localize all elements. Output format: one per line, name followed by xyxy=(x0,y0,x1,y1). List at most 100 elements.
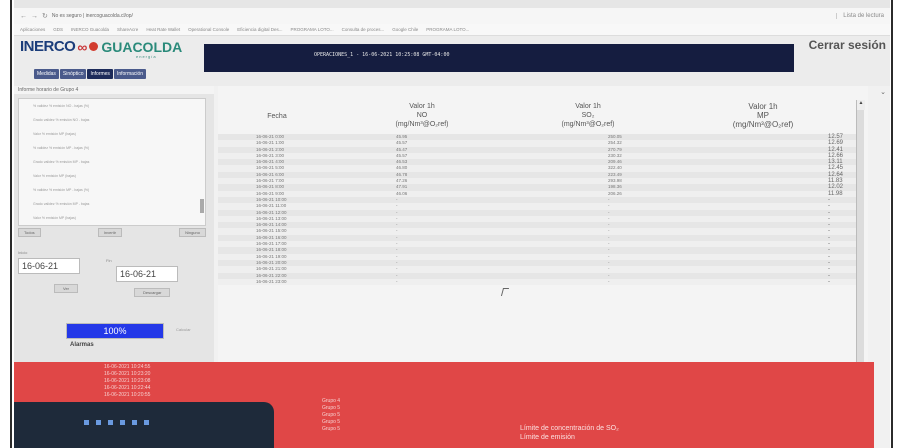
cell-so2: - xyxy=(608,278,610,284)
alarm-time[interactable]: 16-06-2021 10:23:08 xyxy=(104,378,150,385)
address-bar[interactable]: ← → ↻ No es seguro | inercoguacolda.cl/o… xyxy=(14,8,890,24)
reading-list-button[interactable]: Lista de lectura xyxy=(836,13,884,19)
alarm-group[interactable]: Grupo 5 xyxy=(322,405,340,412)
bookmark-item[interactable]: GDS xyxy=(53,27,63,32)
header-no-line2: NO xyxy=(416,112,428,119)
download-button[interactable]: Descargar xyxy=(134,288,171,297)
alarm-message[interactable]: Límite de emisión xyxy=(520,433,619,442)
table-row: 16-06-21 23:00 - - - xyxy=(218,278,858,286)
start-date-field[interactable]: 16-06-21 xyxy=(18,258,80,274)
windows-start-icon[interactable] xyxy=(84,420,89,425)
progress-fill: 100% xyxy=(67,324,163,338)
variable-option[interactable]: % validez % emisión MP - bajas (%) xyxy=(33,141,205,155)
header-fecha: Fecha xyxy=(267,113,287,120)
end-label: Fin xyxy=(106,258,112,263)
header-so2: Valor 1h SO₂ (mg/Nm³@O₂ref) xyxy=(508,96,668,139)
table-body: 16-06-21 0:00 45.95 250.05 12.57 16-06-21 1:… xyxy=(218,134,858,286)
alarm-group[interactable]: Grupo 5 xyxy=(322,412,340,419)
monitor-screen: ← → ↻ No es seguro | inercoguacolda.cl/o… xyxy=(14,0,890,448)
logo-guacolda: GUACOLDA xyxy=(101,38,183,55)
search-icon[interactable] xyxy=(96,420,101,425)
header-bar: OPERACIONES_1 - 16-06-2021 10:25:08 GMT-… xyxy=(204,44,794,72)
bookmark-item[interactable]: Google Chile xyxy=(392,27,418,32)
variable-list[interactable]: % validez % emisión NO - bajas (%) Grado … xyxy=(18,98,206,226)
browser-icon[interactable] xyxy=(108,420,113,425)
app-header: INERCO ∞ GUACOLDA energía OPERACIONES_1 … xyxy=(14,36,890,86)
photo-frame-right xyxy=(891,0,903,448)
reload-icon[interactable]: ↻ xyxy=(42,12,48,20)
tab-sinóptico[interactable]: Sinóptico xyxy=(59,69,87,79)
logo-energia: energía xyxy=(136,54,157,59)
alarm-group[interactable]: Grupo 5 xyxy=(322,419,340,426)
view-button[interactable]: Ver xyxy=(54,284,79,293)
selection-buttons: Todos Invertir Ninguno xyxy=(18,228,206,237)
app-icon[interactable] xyxy=(144,420,149,425)
variable-option[interactable]: Grado validez % emisión MP - bajas xyxy=(33,155,205,169)
alarm-time[interactable]: 16-06-2021 10:20:55 xyxy=(104,392,150,399)
tab-información[interactable]: Información xyxy=(113,69,147,79)
alarm-group[interactable]: Grupo 5 xyxy=(322,426,340,433)
invert-button[interactable]: Invertir xyxy=(97,228,122,237)
end-date-field[interactable]: 16-06-21 xyxy=(116,266,178,282)
back-icon[interactable]: ← xyxy=(20,13,27,20)
url-text[interactable]: No es seguro | inercoguacolda.cl/op/ xyxy=(52,13,133,19)
header-no-line1: Valor 1h xyxy=(409,103,435,110)
variable-option[interactable]: Valor % emisión MP (bajas) xyxy=(33,127,205,141)
list-scrollbar[interactable] xyxy=(200,199,204,213)
scroll-up-icon[interactable]: ▲ xyxy=(857,100,865,110)
variable-option[interactable]: Grado validez % emisión NO - bajas xyxy=(33,113,205,127)
bookmarks-bar: Aplicaciones GDS INERCO Guacolda ShareAcre H… xyxy=(14,24,890,36)
alarms-title: Alarmas xyxy=(70,342,94,348)
alarm-time[interactable]: 16-06-2021 10:23:20 xyxy=(104,371,150,378)
bookmark-item[interactable]: PROGRAMA LOTO... xyxy=(426,27,469,32)
bookmark-item[interactable]: PROGRAMA LOTO... xyxy=(290,27,333,32)
alarm-time[interactable]: 16-06-2021 10:22:44 xyxy=(104,385,150,392)
alarm-groups: Grupo 4 Grupo 5 Grupo 5 Grupo 5 Grupo 5 xyxy=(322,398,340,433)
bookmark-item[interactable]: INERCO Guacolda xyxy=(71,27,109,32)
variable-option[interactable]: % validez % emisión NO - bajas (%) xyxy=(33,99,205,113)
header-so2-unit: (mg/Nm³@O₂ref) xyxy=(561,121,615,128)
bookmark-item[interactable]: Operational Console xyxy=(188,27,229,32)
page-title: OPERACIONES_1 - 16-06-2021 10:25:08 GMT-… xyxy=(314,52,450,58)
logo-inerco: INERCO xyxy=(20,38,76,55)
bookmark-item[interactable]: Aplicaciones xyxy=(20,27,45,32)
alarm-messages: Límite de concentración de SO₂ Límite de … xyxy=(520,424,619,442)
panel-title: Informe horario de Grupo 4 xyxy=(14,86,214,94)
bookmark-item[interactable]: Eficiencia digital Des... xyxy=(237,27,282,32)
browser-tab-strip xyxy=(14,0,890,8)
header-no: Valor 1h NO (mg/Nm³@O₂ref) xyxy=(336,96,508,139)
logo-link-icon: ∞ xyxy=(77,38,88,55)
header-mp: Valor 1h MP (mg/Nm³@O₂ref) xyxy=(668,96,858,139)
photo-frame-left xyxy=(0,0,12,448)
variable-option[interactable]: % validez % emisión MP - bajas (%) xyxy=(33,183,205,197)
bookmark-item[interactable]: Heat Rate Wallet xyxy=(146,27,180,32)
guacolda-dot-icon xyxy=(89,42,99,51)
alarm-group[interactable]: Grupo 4 xyxy=(322,398,340,405)
report-options-panel: Informe horario de Grupo 4 % validez % e… xyxy=(14,86,214,362)
header-mp-line1: Valor 1h xyxy=(748,102,778,111)
menu-tabs: Medidas Sinóptico Informes Información xyxy=(34,69,147,79)
app-icon[interactable] xyxy=(132,420,137,425)
select-all-button[interactable]: Todos xyxy=(18,228,41,237)
header-so2-line1: Valor 1h xyxy=(575,103,601,110)
progress-bar: 100% xyxy=(66,323,164,339)
tab-medidas[interactable]: Medidas xyxy=(34,69,59,79)
bookmark-item[interactable]: ShareAcre xyxy=(117,27,138,32)
variable-option[interactable]: Grado validez % emisión MP - bajas xyxy=(33,197,205,211)
calculate-button[interactable]: Calcular xyxy=(176,327,191,332)
explorer-icon[interactable] xyxy=(120,420,125,425)
header-mp-unit: (mg/Nm³@O₂ref) xyxy=(732,120,794,129)
taskbar-icons xyxy=(84,420,149,425)
alarm-time[interactable]: 16-06-2021 10:24:55 xyxy=(104,364,150,371)
chevron-down-icon[interactable]: ⌄ xyxy=(880,88,886,96)
taskbar xyxy=(14,402,274,448)
select-none-button[interactable]: Ninguno xyxy=(179,228,206,237)
header-mp-line2: MP xyxy=(757,111,769,120)
variable-option[interactable]: Valor % emisión MP (bajas) xyxy=(33,169,205,183)
variable-option[interactable]: Valor % emisión MP (bajas) xyxy=(33,211,205,225)
forward-icon[interactable]: → xyxy=(31,13,38,20)
bookmark-item[interactable]: Consulta de proces... xyxy=(342,27,385,32)
tab-informes[interactable]: Informes xyxy=(87,69,113,79)
logout-button[interactable]: Cerrar sesión xyxy=(809,38,886,52)
alarm-message[interactable]: Límite de concentración de SO₂ xyxy=(520,424,619,433)
